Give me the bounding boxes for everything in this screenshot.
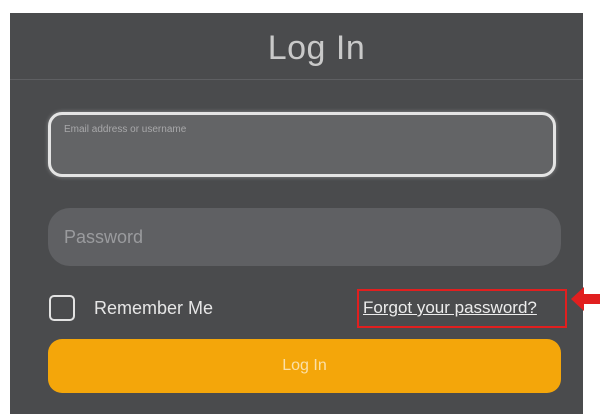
password-field[interactable]: Password — [48, 208, 561, 266]
page-title: Log In — [267, 28, 366, 67]
forgot-password-link[interactable]: Forgot your password? — [363, 298, 537, 318]
header: Log In — [10, 13, 583, 80]
password-placeholder: Password — [64, 227, 144, 247]
login-panel: Log In Email address or username Passwor… — [10, 13, 583, 414]
email-field[interactable]: Email address or username — [48, 112, 556, 177]
login-button-label: Log In — [282, 357, 327, 374]
remember-me-label[interactable]: Remember Me — [94, 298, 213, 319]
left-arrow-icon — [571, 287, 600, 311]
email-placeholder: Email address or username — [64, 124, 187, 135]
login-button[interactable]: Log In — [48, 339, 561, 393]
remember-me-checkbox[interactable] — [49, 295, 75, 321]
